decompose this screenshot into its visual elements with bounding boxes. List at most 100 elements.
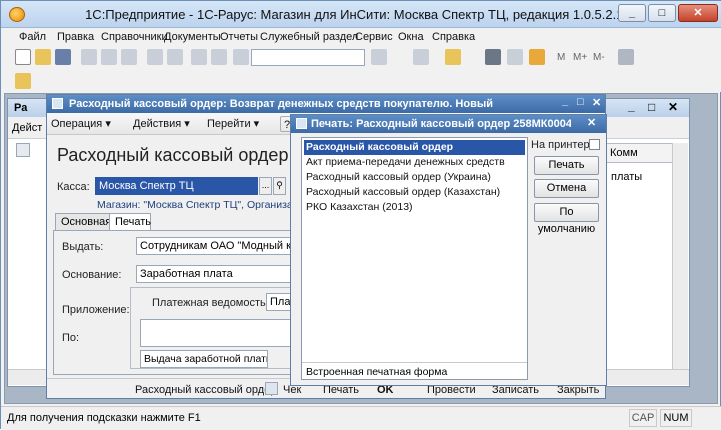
document-minimize-button[interactable]: _: [562, 95, 568, 107]
windows-icon[interactable]: [413, 49, 429, 65]
calendar-icon[interactable]: [507, 49, 523, 65]
prilozhenie-label: Приложение:: [62, 304, 130, 316]
kassa-select-button[interactable]: ...: [259, 177, 272, 195]
list-window-title: Ра: [14, 102, 28, 114]
print-dialog-cancel-button[interactable]: Отмена: [534, 179, 599, 198]
memory-minus-button[interactable]: M-: [593, 52, 605, 63]
operation-menu-button[interactable]: Операция ▾: [51, 116, 111, 132]
print-dialog-icon: [296, 118, 307, 129]
tab-main[interactable]: Основная: [55, 213, 111, 231]
status-bar: Для получения подсказки нажмите F1 CAP N…: [1, 406, 721, 430]
print-dialog-title: Печать: Расходный кассовый ордер 258МК00…: [311, 118, 571, 130]
undo-icon[interactable]: [191, 49, 207, 65]
column-header-comment-label: Комм: [610, 147, 638, 159]
main-window: 1С:Предприятие - 1С-Рарус: Магазин для И…: [0, 0, 721, 430]
tab-print[interactable]: Печать: [109, 213, 151, 231]
search-input[interactable]: [251, 49, 365, 66]
print-form-item[interactable]: Расходный кассовый ордер (Казахстан): [304, 185, 525, 200]
actions-label: Действия: [133, 118, 182, 130]
open-icon[interactable]: [35, 49, 51, 65]
menu-help[interactable]: Справка: [432, 31, 475, 43]
title-bar: 1С:Предприятие - 1С-Рарус: Магазин для И…: [1, 1, 721, 28]
document-heading: Расходный кассовый ордер: [57, 145, 289, 165]
to-printer-label: На принтер: [531, 139, 590, 151]
print-dialog-print-button[interactable]: Печать: [534, 156, 599, 175]
preview-icon[interactable]: [167, 49, 183, 65]
redo-icon[interactable]: [211, 49, 227, 65]
print-dialog-close-button[interactable]: ✕: [587, 116, 596, 129]
print-dialog-default-button[interactable]: По умолчанию: [534, 203, 599, 235]
calculator-icon[interactable]: [485, 49, 501, 65]
to-printer-checkbox[interactable]: [589, 139, 600, 150]
copy-icon[interactable]: [101, 49, 117, 65]
print-form-item[interactable]: РКО Казахстан (2013): [304, 200, 525, 215]
window-title: 1С:Предприятие - 1С-Рарус: Магазин для И…: [85, 7, 638, 22]
menu-catalogs[interactable]: Справочники: [101, 31, 168, 43]
vedomost-label: Платежная ведомость №: [152, 297, 281, 309]
document-window-title-bar: Расходный кассовый ордер: Возврат денежн…: [47, 95, 605, 113]
status-hint: Для получения подсказки нажмите F1: [7, 412, 201, 424]
main-toolbar: M M+ M-: [1, 46, 721, 70]
menu-service[interactable]: Сервис: [355, 31, 393, 43]
maximize-button[interactable]: □: [648, 4, 676, 22]
po-value-text[interactable]: Выдача заработной платы: [140, 350, 268, 368]
tools-icon[interactable]: [618, 49, 634, 65]
close-button[interactable]: ✕: [678, 4, 718, 22]
column-header-comment[interactable]: Комм: [606, 143, 674, 163]
list-window-maximize-button[interactable]: □: [648, 100, 655, 114]
actions-menu-button[interactable]: Действия ▾: [133, 116, 190, 132]
caps-indicator: CAP: [629, 409, 657, 427]
print-list-divider: [302, 362, 527, 363]
menu-reports[interactable]: Отчеты: [220, 31, 258, 43]
kassa-open-button[interactable]: ⚲: [273, 177, 286, 195]
user-icon[interactable]: [15, 73, 31, 89]
minimize-button[interactable]: _: [618, 4, 646, 22]
print-icon[interactable]: [147, 49, 163, 65]
document-close-button[interactable]: ✕: [592, 96, 601, 109]
list-vertical-scrollbar[interactable]: [672, 143, 688, 369]
print-form-list[interactable]: Расходный кассовый ордер Акт приема-пере…: [301, 137, 528, 380]
menu-file[interactable]: Файл: [19, 31, 46, 43]
bookmark-icon[interactable]: [445, 49, 461, 65]
print-form-footer: Встроенная печатная форма: [306, 366, 448, 378]
osnovanie-label: Основание:: [62, 269, 122, 281]
list-window-close-button[interactable]: ✕: [668, 100, 678, 114]
memory-m-button[interactable]: M: [557, 52, 565, 63]
search-next-icon[interactable]: [371, 49, 387, 65]
menu-windows[interactable]: Окна: [398, 31, 424, 43]
kassa-label: Касса:: [57, 181, 90, 193]
shop-info-text: Магазин: "Москва Спектр ТЦ", Организация: [97, 199, 311, 211]
list-cell-comment: платы: [611, 171, 643, 183]
menu-documents[interactable]: Документы: [164, 31, 221, 43]
document-window-title: Расходный кассовый ордер: Возврат денежн…: [69, 98, 493, 110]
cut-icon[interactable]: [81, 49, 97, 65]
print-form-item[interactable]: Акт приема-передачи денежных средств: [304, 155, 525, 170]
operation-label: Операция: [51, 118, 103, 130]
document-maximize-button[interactable]: □: [577, 96, 584, 108]
goto-label: Перейти: [207, 118, 251, 130]
print-form-item[interactable]: Расходный кассовый ордер (Украина): [304, 170, 525, 185]
kassa-field[interactable]: Москва Спектр ТЦ: [95, 177, 258, 195]
num-indicator: NUM: [660, 409, 692, 427]
print-form-button[interactable]: Расходный кассовый ордер: [135, 382, 276, 398]
list-actions-menu[interactable]: Дейст: [12, 122, 42, 134]
receipt-icon: [265, 382, 278, 395]
save-icon[interactable]: [55, 49, 71, 65]
menu-edit[interactable]: Правка: [57, 31, 94, 43]
find-icon[interactable]: [233, 49, 249, 65]
goto-menu-button[interactable]: Перейти ▾: [207, 116, 259, 132]
clipboard-icon[interactable]: [529, 49, 545, 65]
paste-icon[interactable]: [121, 49, 137, 65]
menu-service-section[interactable]: Служебный раздел: [260, 31, 358, 43]
print-form-item[interactable]: Расходный кассовый ордер: [304, 140, 525, 155]
secondary-toolbar: [1, 70, 721, 92]
menu-bar: Файл Правка Справочники Документы Отчеты…: [1, 28, 721, 46]
print-dialog: Печать: Расходный кассовый ордер 258МК00…: [290, 114, 607, 386]
po-label: По:: [62, 332, 80, 344]
list-window-minimize-button[interactable]: _: [628, 99, 635, 113]
print-dialog-title-bar: Печать: Расходный кассовый ордер 258МК00…: [291, 115, 606, 133]
list-row-doc-icon: [16, 143, 30, 157]
memory-plus-button[interactable]: M+: [573, 52, 587, 63]
document-icon: [52, 98, 63, 109]
new-icon[interactable]: [15, 49, 31, 65]
